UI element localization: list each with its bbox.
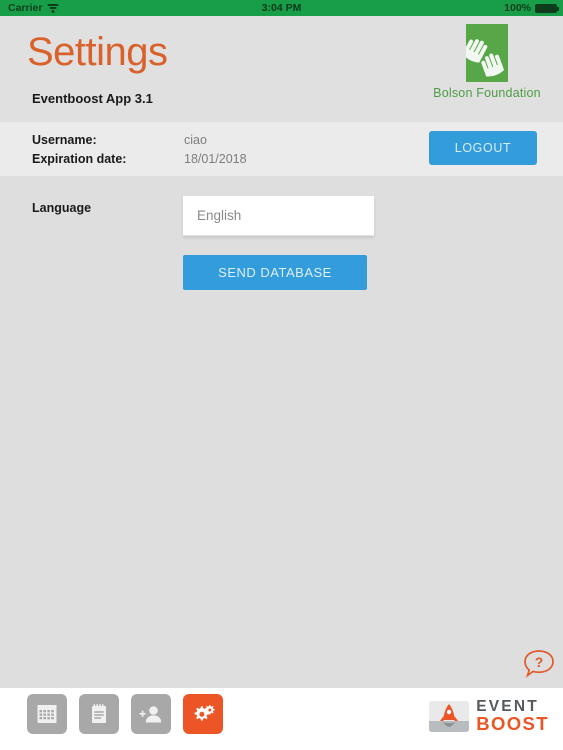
add-person-icon[interactable]	[131, 694, 171, 734]
settings-body: Language SEND DATABASE	[0, 176, 563, 688]
gears-glyph	[194, 705, 215, 721]
app-screen: Carrier 3:04 PM 100% Settings Eventboost…	[0, 0, 563, 750]
page-title: Settings	[27, 30, 168, 74]
send-database-button[interactable]: SEND DATABASE	[183, 255, 367, 290]
brand-name-label: Bolson Foundation	[433, 86, 541, 100]
notepad-glyph	[92, 704, 106, 723]
language-input[interactable]	[183, 196, 374, 236]
question-speech-bubble-icon: ?	[524, 650, 554, 678]
gear-icon[interactable]	[183, 694, 223, 734]
status-bar-time: 3:04 PM	[261, 2, 302, 14]
expiration-date-label: Expiration date:	[32, 152, 127, 166]
username-value: ciao	[184, 133, 207, 147]
language-label: Language	[32, 201, 92, 215]
page-header: Settings Eventboost App 3.1 Bolson Found…	[0, 16, 563, 122]
status-bar: Carrier 3:04 PM 100%	[0, 0, 563, 16]
notepad-icon[interactable]	[79, 694, 119, 734]
logout-button[interactable]: LOGOUT	[429, 131, 537, 165]
two-hands-icon	[462, 24, 508, 82]
bottom-toolbar: EVENT BOOST	[0, 688, 563, 750]
battery-full-icon	[535, 3, 559, 13]
brand-logo: Bolson Foundation	[427, 24, 547, 100]
eventboost-wordmark: EVENT BOOST	[476, 699, 549, 733]
help-button[interactable]: ?	[522, 648, 556, 681]
eventboost-logo: EVENT BOOST	[429, 699, 549, 733]
two-hands-svg	[462, 39, 505, 77]
eventboost-line2: BOOST	[476, 712, 549, 734]
svg-text:?: ?	[535, 654, 544, 670]
username-label: Username:	[32, 133, 97, 147]
rocket-icon	[429, 700, 470, 732]
add-person-glyph	[139, 706, 162, 723]
calendar-icon[interactable]	[27, 694, 67, 734]
rocket-glyph	[429, 700, 470, 732]
expiration-date-value: 18/01/2018	[184, 152, 247, 166]
calendar-glyph	[37, 705, 57, 723]
app-version-label: Eventboost App 3.1	[32, 91, 153, 106]
